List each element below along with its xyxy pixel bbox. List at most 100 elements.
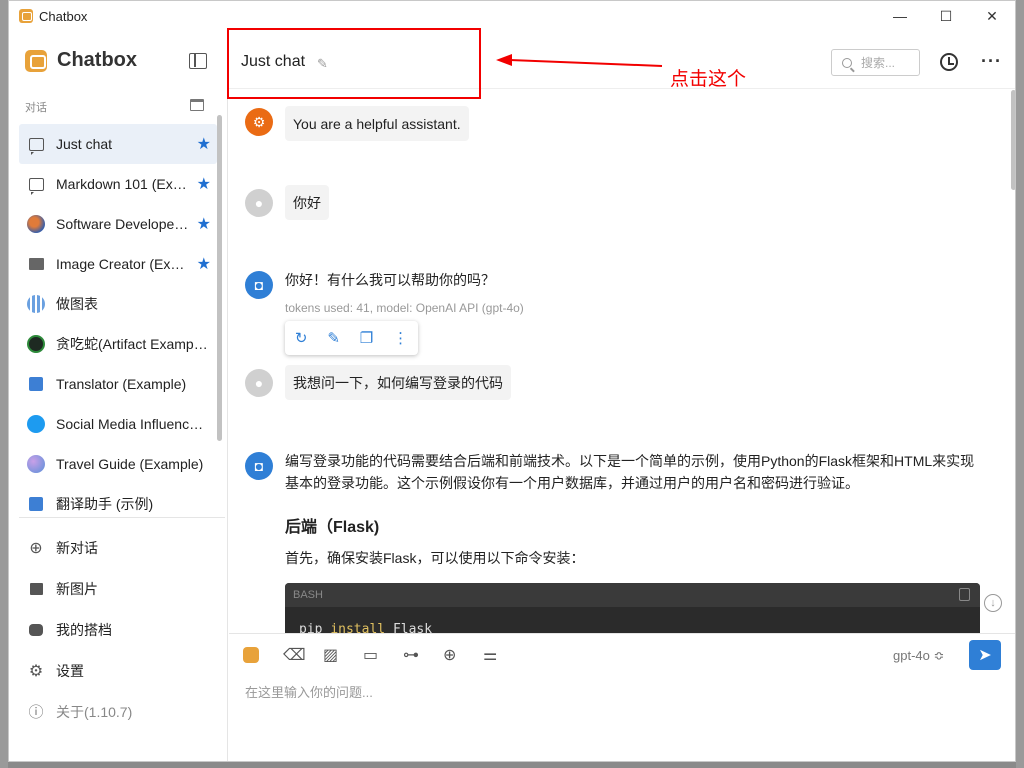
chat-bubble-icon	[27, 135, 45, 155]
info-icon: ⓘ	[28, 704, 44, 721]
conversation-item[interactable]: Image Creator (Example) ★	[19, 244, 217, 284]
message-action-bar: ↻ ✎ ❐ ⋮	[285, 321, 418, 355]
message-input[interactable]: 在这里输入你的问题...	[245, 682, 373, 701]
user-avatar-icon: ●	[245, 369, 273, 397]
collapse-sidebar-icon[interactable]	[189, 53, 207, 69]
conversation-label: Image Creator (Example)	[56, 256, 197, 272]
translator-avatar-icon	[27, 375, 45, 393]
system-avatar-icon: ⚙	[245, 108, 273, 136]
conversation-list: Just chat ★ Markdown 101 (Example) ★ Sof…	[19, 124, 217, 524]
add-image-icon	[27, 580, 45, 598]
user-message[interactable]: 你好	[285, 185, 329, 220]
my-copilots-button[interactable]: 我的搭档	[19, 609, 217, 650]
edit-icon[interactable]: ✎	[327, 329, 340, 347]
star-icon[interactable]: ★	[197, 214, 211, 234]
link-icon[interactable]: ⊶	[403, 644, 443, 666]
app-logo-icon	[19, 9, 33, 23]
send-button[interactable]: ➤	[969, 640, 1001, 670]
conversations-label: 对话	[25, 102, 47, 114]
copy-code-icon[interactable]	[959, 588, 970, 601]
conversation-item[interactable]: Just chat ★	[19, 124, 217, 164]
send-icon: ➤	[978, 647, 992, 664]
messages-scrollbar[interactable]	[1011, 90, 1015, 190]
folder-icon[interactable]: ▭	[363, 644, 403, 666]
conversation-label: Translator (Example)	[56, 376, 187, 392]
conversation-item[interactable]: Software Developer (Example) ★	[19, 204, 217, 244]
conversation-item[interactable]: 翻译助手 (示例)	[19, 484, 217, 524]
conversation-item[interactable]: Travel Guide (Example)	[19, 444, 217, 484]
star-icon[interactable]: ★	[197, 174, 211, 194]
brand: Chatbox	[25, 49, 137, 72]
star-icon[interactable]: ★	[197, 254, 211, 274]
more-options-icon[interactable]: ···	[981, 51, 1002, 72]
chart-avatar-icon	[27, 295, 45, 313]
conversation-label: Travel Guide (Example)	[56, 456, 204, 472]
conversation-label: 贪吃蛇(Artifact Example)	[56, 336, 210, 352]
settings-button[interactable]: ⚙ 设置	[19, 650, 217, 691]
conversation-label: Software Developer (Example)	[56, 216, 197, 232]
minimize-button[interactable]: —	[877, 1, 923, 31]
conversation-label: Markdown 101 (Example)	[56, 176, 197, 192]
twitter-avatar-icon	[27, 415, 45, 433]
model-selector[interactable]: gpt-4o ≎	[893, 648, 944, 664]
sidebar-scrollbar[interactable]	[217, 115, 222, 441]
history-icon[interactable]	[940, 53, 958, 71]
conversation-item[interactable]: Social Media Influencer (Example)	[19, 404, 217, 444]
conversation-item[interactable]: Translator (Example)	[19, 364, 217, 404]
globe-icon[interactable]: ⊕	[443, 644, 483, 666]
annotation-arrow	[496, 54, 663, 67]
input-toolbar: ⌫ ▨ ▭ ⊶ ⊕ ⚌	[243, 644, 523, 666]
user-message[interactable]: 我想问一下，如何编写登录的代码	[285, 365, 511, 400]
bot-avatar-icon: ◘	[245, 271, 273, 299]
desktop-background-right	[1016, 0, 1024, 768]
about-button[interactable]: ⓘ 关于(1.10.7)	[19, 691, 217, 732]
assistant-heading: 后端（Flask)	[285, 519, 380, 536]
scroll-to-bottom-icon[interactable]: ↓	[984, 594, 1002, 612]
code-argument: Flask	[392, 622, 433, 633]
close-button[interactable]: ✕	[969, 1, 1015, 31]
chat-panel: Just chat ✎ 搜索... ··· ⚙ You are a helpfu…	[229, 31, 1015, 761]
my-copilots-label: 我的搭档	[56, 621, 112, 638]
conversation-item[interactable]: 做图表	[19, 284, 217, 324]
eraser-icon[interactable]: ⌫	[283, 644, 323, 666]
code-command: pip	[299, 622, 323, 633]
user-message-text: 你好	[293, 194, 321, 211]
more-vertical-icon[interactable]: ⋮	[393, 329, 408, 347]
search-placeholder: 搜索...	[861, 56, 896, 70]
search-icon	[842, 57, 852, 68]
new-image-label: 新图片	[56, 580, 98, 597]
desktop-background	[0, 0, 8, 768]
window-title: Chatbox	[39, 8, 88, 24]
assistant-message-text: 你好！有什么我可以帮助你的吗？	[285, 272, 495, 288]
maximize-button[interactable]: ☐	[923, 1, 969, 31]
chatbox-logo-icon	[25, 49, 47, 72]
new-chat-label: 新对话	[56, 539, 98, 556]
conversation-item[interactable]: 贪吃蛇(Artifact Example)	[19, 324, 217, 364]
input-area: ⌫ ▨ ▭ ⊶ ⊕ ⚌ gpt-4o ≎ ➤ 在这里输入你的问题...	[229, 633, 1015, 761]
settings-label: 设置	[56, 662, 84, 679]
star-icon[interactable]: ★	[197, 134, 211, 154]
new-image-button[interactable]: 新图片	[19, 568, 217, 609]
system-message-text: You are a helpful assistant.	[293, 115, 461, 132]
archive-icon[interactable]	[190, 99, 204, 111]
conversation-item[interactable]: Markdown 101 (Example) ★	[19, 164, 217, 204]
title-bar: Chatbox — ☐ ✕	[9, 1, 1015, 31]
new-chat-button[interactable]: ⊕ 新对话	[19, 527, 217, 568]
code-keyword: install	[330, 622, 386, 633]
sidebar-divider	[19, 517, 225, 518]
annotation-highlight-box	[227, 28, 481, 99]
copilot-icon[interactable]	[243, 644, 283, 666]
sidebar: Chatbox 对话 Just chat ★ Markdown 101 (Exa…	[9, 31, 228, 761]
settings-sliders-icon[interactable]: ⚌	[483, 644, 523, 666]
bot-avatar-icon: ◘	[245, 452, 273, 480]
copy-icon[interactable]: ❐	[360, 329, 373, 347]
assistant-message-meta: tokens used: 41, model: OpenAI API (gpt-…	[285, 301, 524, 315]
message-list: ⚙ You are a helpful assistant. ● 你好 ◘ 你好…	[229, 90, 1009, 633]
image-upload-icon[interactable]: ▨	[323, 644, 363, 666]
developer-avatar-icon	[27, 215, 45, 233]
app-window: Chatbox — ☐ ✕ Chatbox 对话 Just chat ★ Mar…	[8, 0, 1016, 762]
assistant-message-text: 编写登录功能的代码需要结合后端和前端技术。以下是一个简单的示例，使用Python…	[285, 453, 975, 491]
regenerate-icon[interactable]: ↻	[295, 329, 308, 347]
system-message[interactable]: You are a helpful assistant.	[285, 106, 469, 141]
search-button[interactable]: 搜索...	[831, 49, 920, 76]
